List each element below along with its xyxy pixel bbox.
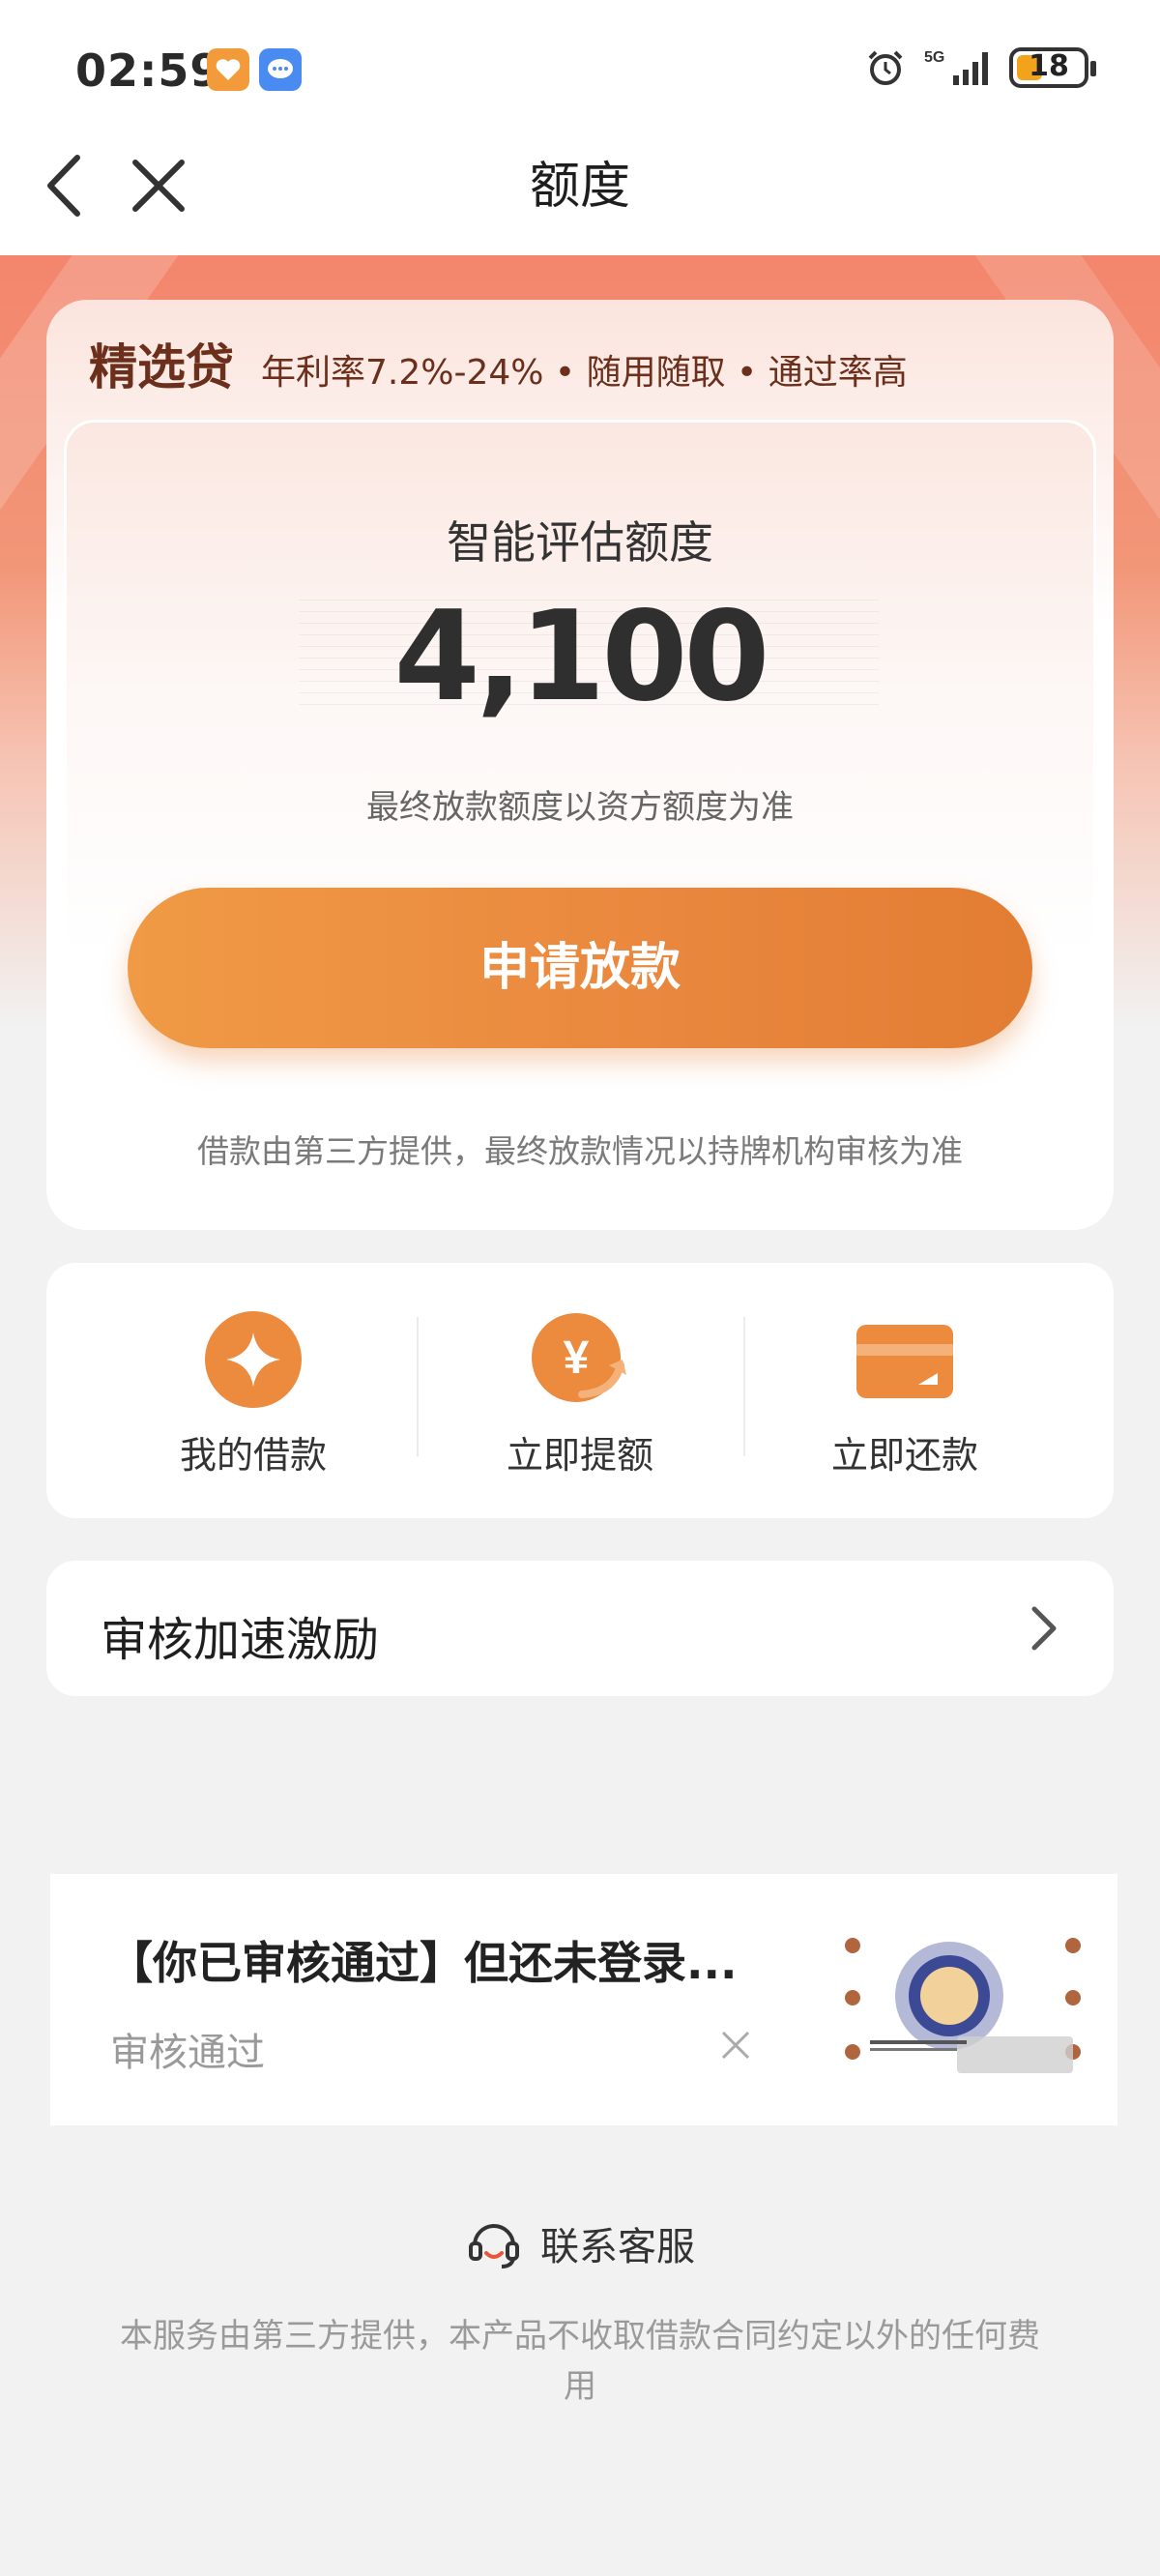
footer-note: 本服务由第三方提供，本产品不收取借款合同约定以外的任何费用	[120, 2317, 1040, 2406]
product-brand: 精选贷	[89, 338, 234, 395]
status-indicators: 5G 18	[864, 46, 1096, 89]
health-app-icon	[207, 48, 249, 91]
ad-thumbnail	[845, 1938, 1081, 2073]
loan-card: 精选贷 年利率7.2%-24% • 随用随取 • 通过率高 智能评估额度 4,1…	[46, 300, 1114, 1230]
headset-icon	[469, 2224, 519, 2269]
message-app-icon	[259, 48, 302, 91]
ad-card[interactable]: 【你已审核通过】但还未登录... 审核通过	[50, 1874, 1117, 2125]
quota-panel: 智能评估额度 4,100 最终放款额度以资方额度为准	[64, 420, 1096, 961]
ad-close-icon[interactable]	[719, 2029, 752, 2062]
alarm-icon	[868, 50, 903, 85]
shortcut-label: 我的借款	[179, 1434, 327, 1477]
diamond-icon	[205, 1311, 302, 1408]
page-title: 额度	[529, 158, 630, 216]
quota-note: 最终放款额度以资方额度为准	[366, 788, 794, 827]
customer-service-link[interactable]: 联系客服	[0, 2214, 1160, 2276]
quota-label: 智能评估额度	[447, 516, 713, 569]
shortcut-my-loans[interactable]: 我的借款	[89, 1309, 418, 1483]
shortcut-repay[interactable]: 立即还款	[740, 1309, 1069, 1483]
customer-service-label: 联系客服	[540, 2225, 695, 2269]
quota-value: 4,100	[393, 585, 770, 729]
yuan-up-icon: ¥	[532, 1313, 626, 1402]
incentive-label: 审核加速激励	[101, 1613, 380, 1667]
product-tagline: 年利率7.2%-24% • 随用随取 • 通过率高	[261, 353, 908, 393]
signal-5g-icon: 5G	[924, 49, 988, 85]
status-time: 02:59	[75, 44, 222, 97]
shortcut-label: 立即提额	[506, 1434, 653, 1477]
svg-text:¥: ¥	[564, 1332, 590, 1384]
shortcut-card: 我的借款 ¥ 立即提额 立即还款	[46, 1263, 1114, 1518]
battery-icon: 18	[1009, 47, 1096, 88]
ad-subtitle: 审核通过	[110, 2031, 265, 2075]
ad-title: 【你已审核通过】但还未登录...	[108, 1937, 738, 1989]
shortcut-raise-limit[interactable]: ¥ 立即提额	[416, 1309, 744, 1483]
review-incentive-row[interactable]: 审核加速激励	[46, 1561, 1114, 1696]
shortcut-label: 立即还款	[830, 1434, 978, 1477]
svg-text:5G: 5G	[924, 49, 944, 66]
loan-disclaimer: 借款由第三方提供，最终放款情况以持牌机构审核为准	[197, 1132, 963, 1170]
apply-loan-button[interactable]: 申请放款	[128, 888, 1032, 1048]
battery-level: 18	[1029, 49, 1069, 83]
card-icon	[856, 1325, 953, 1398]
chevron-right-icon	[1031, 1606, 1057, 1651]
